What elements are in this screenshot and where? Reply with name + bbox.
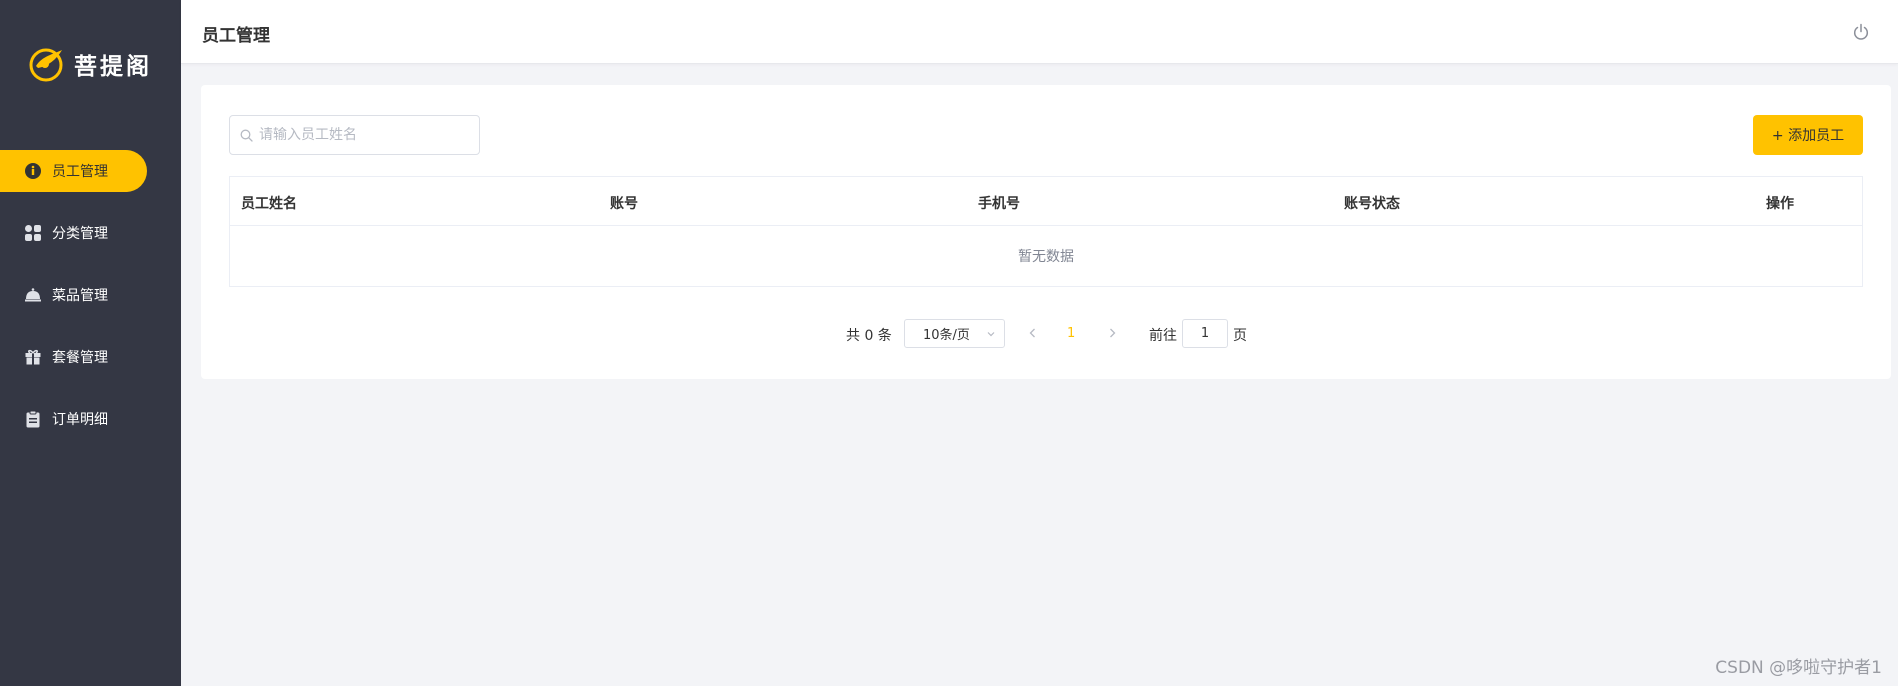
sidebar-item-employees[interactable]: 员工管理 <box>0 150 147 192</box>
search-icon <box>240 129 253 142</box>
sidebar-item-label: 分类管理 <box>52 226 108 242</box>
category-grid-icon <box>24 224 42 242</box>
page-title: 员工管理 <box>202 26 270 46</box>
column-header-name: 员工姓名 <box>241 196 297 212</box>
dish-cloche-icon <box>24 286 42 304</box>
logo[interactable]: 菩提阁 <box>26 44 152 84</box>
page-size-select[interactable]: 10条/页 <box>904 319 1005 348</box>
power-icon[interactable] <box>1852 23 1870 41</box>
empty-state-text: 暂无数据 <box>1018 249 1074 265</box>
sidebar-item-dishes[interactable]: 菜品管理 <box>0 274 181 316</box>
gift-package-icon <box>24 348 42 366</box>
sidebar-item-categories[interactable]: 分类管理 <box>0 212 181 254</box>
employee-panel: + 添加员工 员工姓名 账号 手机号 账号状态 操作 暂无数据 共 0 条 10… <box>201 85 1891 379</box>
logo-icon <box>29 48 63 82</box>
pagination: 共 0 条 10条/页 1 前往 页 <box>201 319 1891 349</box>
search-input[interactable] <box>259 127 459 143</box>
column-header-phone: 手机号 <box>978 196 1020 212</box>
add-employee-button[interactable]: + 添加员工 <box>1753 115 1863 155</box>
sidebar-item-label: 菜品管理 <box>52 288 108 304</box>
app-root: 菩提阁 员工管理 分类管理 菜品管理 套餐管理 订单明细 员工管理 请输入员工姓… <box>0 0 1898 686</box>
sidebar-item-orders[interactable]: 订单明细 <box>0 398 181 440</box>
watermark: CSDN @哆啦守护者1 <box>1715 658 1882 678</box>
column-header-actions: 操作 <box>1766 196 1794 212</box>
page-number-current[interactable]: 1 <box>1067 326 1075 341</box>
search-box[interactable] <box>229 115 480 155</box>
sidebar-nav: 员工管理 分类管理 菜品管理 套餐管理 订单明细 <box>0 150 181 460</box>
prev-page-icon[interactable] <box>1025 325 1041 341</box>
employee-table: 员工姓名 账号 手机号 账号状态 操作 暂无数据 <box>229 176 1863 287</box>
top-header: 员工管理 <box>181 0 1898 64</box>
goto-page-input[interactable] <box>1182 319 1228 348</box>
table-header: 员工姓名 账号 手机号 账号状态 操作 <box>230 177 1862 226</box>
sidebar-item-label: 套餐管理 <box>52 350 108 366</box>
pagination-total: 共 0 条 <box>846 328 892 344</box>
page-unit-label: 页 <box>1233 328 1247 344</box>
brand-name: 菩提阁 <box>74 53 152 80</box>
column-header-status: 账号状态 <box>1344 196 1400 212</box>
sidebar-item-combos[interactable]: 套餐管理 <box>0 336 181 378</box>
sidebar: 菩提阁 员工管理 分类管理 菜品管理 套餐管理 订单明细 <box>0 0 181 686</box>
next-page-icon[interactable] <box>1104 325 1120 341</box>
goto-label: 前往 <box>1149 328 1177 344</box>
column-header-account: 账号 <box>610 196 638 212</box>
chevron-down-icon <box>987 332 995 337</box>
clipboard-icon <box>24 410 42 428</box>
sidebar-item-label: 订单明细 <box>52 412 108 428</box>
page-size-value: 10条/页 <box>923 328 970 343</box>
sidebar-item-label: 员工管理 <box>52 164 108 180</box>
employee-icon <box>24 162 42 180</box>
